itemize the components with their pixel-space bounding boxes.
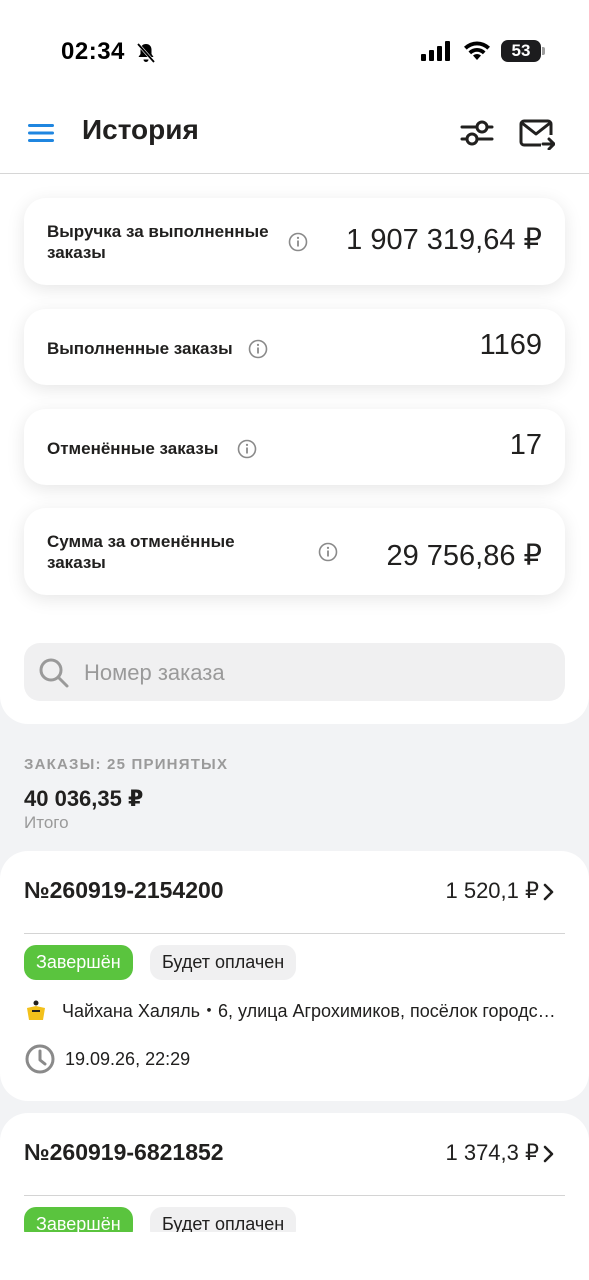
search-icon: [39, 658, 69, 688]
cellular-signal-icon: [421, 41, 450, 61]
search-field[interactable]: [24, 643, 565, 703]
battery-indicator: 53: [501, 40, 545, 62]
order-number: №260919-2154200: [24, 877, 224, 903]
divider: [24, 933, 565, 934]
mail-export-icon[interactable]: [519, 118, 555, 150]
clock-icon: [25, 1044, 55, 1074]
divider: [24, 1195, 565, 1196]
bell-muted-icon: [136, 43, 156, 63]
status-badge: Завершён: [24, 945, 133, 980]
order-datetime: 19.09.26, 22:29: [65, 1048, 191, 1069]
cancelled-value: 17: [509, 429, 542, 461]
cancelled-label: Отменённые заказы: [47, 439, 219, 458]
order-card[interactable]: №260919-2154200 1 520,1 ₽ Завершён Будет…: [0, 851, 589, 1101]
place-row: Чайхана Халяль・6, улица Агрохимиков, пос…: [24, 997, 565, 1023]
orders-total-label: Итого: [24, 813, 69, 832]
status-time: 02:34: [61, 38, 125, 65]
bottom-safe-area: [0, 1232, 589, 1280]
summary-card-completed[interactable]: Выполненные заказы 1169: [24, 309, 565, 385]
page-title: История: [82, 114, 199, 145]
time-row: 19.09.26, 22:29: [24, 1043, 190, 1075]
revenue-value: 1 907 319,64 ₽: [346, 224, 542, 256]
summary-card-cancelled[interactable]: Отменённые заказы 17: [24, 409, 565, 485]
order-amount: 1 520,1 ₽: [445, 878, 539, 903]
place-address: Чайхана Халяль・6, улица Агрохимиков, пос…: [62, 1001, 562, 1021]
status-bar: 02:34 53: [0, 0, 589, 100]
info-icon[interactable]: [237, 439, 257, 459]
orders-header: ЗАКАЗЫ: 25 ПРИНЯТЫХ 40 036,35 ₽ Итого: [24, 756, 228, 833]
chevron-right-icon: [543, 1145, 554, 1163]
chevron-right-icon: [543, 883, 554, 901]
order-amount: 1 374,3 ₽: [445, 1140, 539, 1165]
restaurant-logo-icon: [27, 1000, 45, 1020]
revenue-label: Выручка за выполненные заказы: [47, 222, 269, 262]
orders-caption: ЗАКАЗЫ: 25 ПРИНЯТЫХ: [24, 756, 229, 773]
summary-card-cancelled-sum[interactable]: Сумма за отменённые заказы 29 756,86 ₽: [24, 508, 565, 595]
info-icon[interactable]: [318, 542, 338, 562]
summary-panel: Выручка за выполненные заказы 1 907 319,…: [0, 174, 589, 724]
wifi-icon: [464, 41, 490, 60]
cancelled-sum-label: Сумма за отменённые заказы: [47, 532, 235, 572]
search-input[interactable]: [82, 643, 556, 703]
cancelled-sum-value: 29 756,86 ₽: [386, 540, 542, 572]
info-icon[interactable]: [288, 232, 308, 252]
payment-badge: Будет оплачен: [150, 945, 297, 980]
completed-label: Выполненные заказы: [47, 339, 233, 358]
orders-total: 40 036,35 ₽: [24, 786, 144, 811]
filter-icon[interactable]: [460, 118, 494, 148]
completed-value: 1169: [479, 329, 542, 361]
order-number: №260919-6821852: [24, 1139, 224, 1165]
summary-card-revenue[interactable]: Выручка за выполненные заказы 1 907 319,…: [24, 198, 565, 285]
menu-icon[interactable]: [28, 120, 54, 146]
info-icon[interactable]: [248, 339, 268, 359]
app-bar: История: [0, 100, 589, 174]
